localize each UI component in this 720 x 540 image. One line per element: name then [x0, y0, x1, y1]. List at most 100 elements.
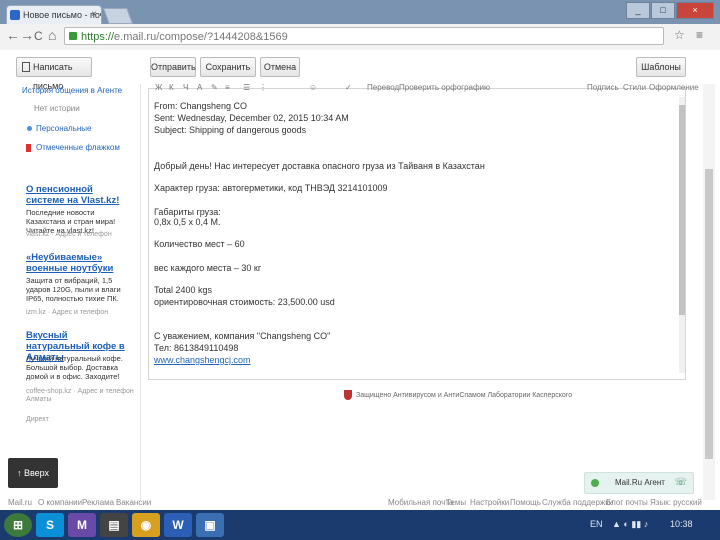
ad-title[interactable]: «Неубиваемые» военные ноутбуки [26, 252, 132, 274]
sidebar-item-flagged[interactable]: Отмеченные флажком [36, 143, 120, 152]
address-bar[interactable]: https://e.mail.ru/compose/?1444208&1569 [64, 27, 664, 45]
sidebar-history-empty: Нет истории [34, 104, 80, 113]
footer-link[interactable]: Мобильная почта [388, 498, 453, 507]
browser-tab[interactable]: Новое письмо - почта × [6, 5, 102, 24]
direct-link[interactable]: Директ [26, 416, 136, 424]
styles-button[interactable]: Стили [623, 83, 646, 92]
maximize-button[interactable]: □ [651, 2, 675, 19]
pencil-icon [22, 62, 30, 72]
align-icon[interactable]: ≡ [225, 83, 230, 92]
skype-icon[interactable]: S [36, 513, 64, 537]
footer-link[interactable]: Настройки [470, 498, 509, 507]
forward-icon[interactable]: → [20, 27, 34, 43]
footer-link[interactable]: Язык: русский [650, 498, 702, 507]
footer-link[interactable]: Вакансии [116, 498, 151, 507]
editor-scroll-thumb[interactable] [679, 105, 685, 315]
highlight-icon[interactable]: ✎ [211, 83, 218, 92]
browser-menu-icon[interactable]: ≡ [696, 28, 703, 42]
footer-link[interactable]: Mail.ru [8, 498, 32, 507]
indent-icon[interactable]: ⋮ [259, 83, 267, 92]
mail-favicon-icon [10, 10, 20, 20]
spellcheck-icon[interactable]: ✓ [345, 83, 352, 92]
antivirus-notice: Защищено Антивирусом и АнтиСпамом Лабора… [344, 390, 572, 400]
url-scheme: https:// [81, 31, 115, 43]
design-button[interactable]: Оформление [649, 83, 699, 92]
window-controls: _ □ × [626, 2, 714, 19]
start-button[interactable]: ⊞ [4, 513, 32, 537]
send-button[interactable]: Отправить [150, 57, 196, 77]
msg-subject: Subject: Shipping of dangerous goods [154, 125, 307, 135]
bookmark-star-icon[interactable]: ☆ [674, 28, 685, 42]
kaspersky-shield-icon [344, 390, 352, 400]
msg-dims-label: Габариты груза: [154, 207, 221, 217]
ad-text: Лучший натуральный кофе. Большой выбор. … [26, 354, 123, 381]
minimize-button[interactable]: _ [626, 2, 650, 19]
flag-icon [26, 144, 31, 152]
personal-dot-icon [27, 126, 32, 131]
new-tab-button[interactable] [103, 8, 133, 24]
ad-meta[interactable]: izm.kz · Адрес и телефон [26, 309, 136, 317]
page-scrollbar[interactable] [703, 84, 715, 500]
templates-button[interactable]: Шаблоны [636, 57, 686, 77]
msg-site-link[interactable]: www.changshengcj.com [154, 355, 251, 365]
agent-status-icon [591, 479, 599, 487]
font-color-icon[interactable]: A [197, 83, 202, 92]
close-window-button[interactable]: × [676, 2, 714, 19]
footer-link[interactable]: Служба поддержки [542, 498, 613, 507]
antivirus-text: Защищено Антивирусом и АнтиСпамом Лабора… [356, 391, 573, 399]
message-editor[interactable]: Ж К Ч A ✎ ≡ ☰ ⋮ ☺ ✓ Перевод Проверить ор… [148, 83, 699, 380]
msg-weight: вес каждого места – 30 кг [154, 263, 262, 273]
language-indicator[interactable]: EN [590, 519, 603, 529]
footer-link[interactable]: Реклама [82, 498, 114, 507]
scroll-top-button[interactable]: ↑ Вверх [8, 458, 58, 488]
home-icon[interactable]: ⌂ [48, 27, 56, 43]
ad-title[interactable]: О пенсионной системе на Vlast.kz! [26, 184, 132, 206]
mail-agent-widget[interactable]: Mail.Ru Агент ☏ [584, 472, 694, 494]
media-icon[interactable]: M [68, 513, 96, 537]
chrome-icon[interactable]: ◉ [132, 513, 160, 537]
msg-cargo: Характер груза: автогерметики, код ТНВЭД… [154, 183, 388, 193]
back-icon[interactable]: ← [6, 27, 20, 43]
sidebar-item-personal[interactable]: Персональные [36, 124, 92, 133]
italic-icon[interactable]: К [169, 83, 174, 92]
page-scroll-thumb[interactable] [705, 169, 713, 459]
msg-from: From: Changsheng CO [154, 101, 248, 111]
footer-link[interactable]: Темы [446, 498, 466, 507]
footer-link[interactable]: Блог почты [606, 498, 648, 507]
footer-link[interactable]: О компании [38, 498, 82, 507]
emoji-icon[interactable]: ☺ [309, 83, 317, 92]
msg-greeting: Добрый день! Нас интересует доставка опа… [154, 161, 485, 171]
word-icon[interactable]: W [164, 513, 192, 537]
write-letter-button[interactable]: Написать письмо [16, 57, 92, 91]
film-icon[interactable]: ▤ [100, 513, 128, 537]
tab-title: Новое письмо - почта [23, 10, 101, 20]
clock[interactable]: 10:38 [670, 519, 693, 529]
close-tab-icon[interactable]: × [91, 6, 97, 24]
msg-tel: Тел: 8613849110498 [154, 343, 239, 353]
ad-meta[interactable]: vlast.kz · Адрес и телефон [26, 231, 136, 239]
reload-icon[interactable]: C [34, 29, 43, 43]
tray-icons: ▲ ◐ ▮▮ ♪ [612, 519, 649, 529]
msg-places: Количество мест – 60 [154, 239, 245, 249]
bold-icon[interactable]: Ж [155, 83, 162, 92]
ad-meta[interactable]: coffee-shop.kz · Адрес и телефон Алматы [26, 388, 136, 404]
windows-taskbar: ⊞ S M ▤ ◉ W ▣ EN ▲ ◐ ▮▮ ♪ 10:38 [0, 510, 720, 540]
spellcheck-button[interactable]: Проверить орфографию [399, 83, 490, 92]
editor-scrollbar[interactable] [679, 97, 685, 373]
translate-button[interactable]: Перевод [367, 83, 399, 92]
footer-link[interactable]: Помощь [510, 498, 541, 507]
msg-sent: Sent: Wednesday, December 02, 2015 10:34… [154, 113, 349, 123]
underline-icon[interactable]: Ч [183, 83, 188, 92]
msg-dims-value: 0,8х 0,5 х 0,4 М. [154, 217, 221, 227]
ad-text: Защита от вибраций, 1,5 ударов 120G, пыл… [26, 276, 121, 303]
window-icon[interactable]: ▣ [196, 513, 224, 537]
save-button[interactable]: Сохранить [200, 57, 256, 77]
phone-icon[interactable]: ☏ [674, 473, 687, 493]
browser-navbar: ← → C ⌂ https://e.mail.ru/compose/?14442… [0, 24, 720, 51]
sidebar-item-history[interactable]: История общения в Агенте [22, 86, 122, 95]
msg-cost: ориентировочная стоимость: 23,500.00 usd [154, 297, 335, 307]
list-icon[interactable]: ☰ [243, 83, 250, 92]
sidebar: История общения в Агенте Нет истории Пер… [0, 84, 141, 500]
cancel-button[interactable]: Отмена [260, 57, 300, 77]
signature-button[interactable]: Подпись [587, 83, 619, 92]
